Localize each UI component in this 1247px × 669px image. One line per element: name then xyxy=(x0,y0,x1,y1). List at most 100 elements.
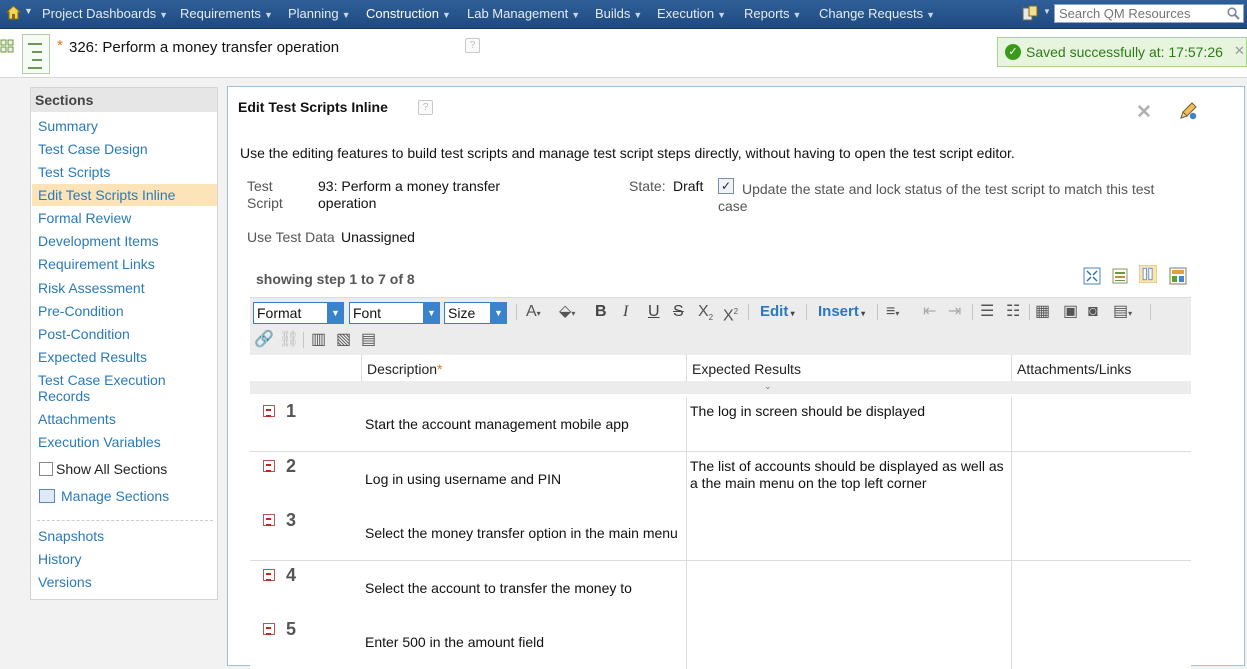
sidebar-item-expected-results[interactable]: Expected Results xyxy=(38,349,147,365)
italic-icon[interactable]: I xyxy=(623,302,628,322)
test-script-value[interactable]: 93: Perform a money transfer xyxy=(318,178,500,194)
unlink-icon[interactable]: ⛓ xyxy=(279,330,299,350)
numbered-list-icon[interactable]: ☷ xyxy=(1006,302,1020,322)
insert-step-icon[interactable]: ▥ xyxy=(311,330,326,350)
edit-pencil-icon[interactable] xyxy=(1178,101,1198,121)
step-type-icon[interactable] xyxy=(263,623,275,635)
nav-execution[interactable]: Execution ▼ xyxy=(657,6,726,21)
text-color-icon[interactable]: A▾ xyxy=(526,302,541,322)
nav-project-dashboards[interactable]: Project Dashboards ▼ xyxy=(42,6,168,21)
nav-lab-management[interactable]: Lab Management ▼ xyxy=(467,6,580,21)
close-icon[interactable]: ✕ xyxy=(1234,43,1245,59)
column-expected-results[interactable]: Expected Results xyxy=(686,355,1012,381)
delete-step-icon[interactable]: ▧ xyxy=(336,330,351,350)
outdent-icon[interactable]: ⇤ xyxy=(923,302,936,322)
home-icon[interactable] xyxy=(6,5,21,20)
help-icon[interactable]: ? xyxy=(418,100,433,115)
update-state-checkbox[interactable]: ✓ xyxy=(718,178,734,194)
column-attachments[interactable]: Attachments/Links xyxy=(1011,355,1174,381)
manage-sections-link[interactable]: Manage Sections xyxy=(39,488,169,504)
step-expected[interactable]: The log in screen should be displayed xyxy=(690,403,1012,420)
search-icon[interactable] xyxy=(1227,7,1240,20)
format-select[interactable]: Format ▼ xyxy=(253,302,344,324)
column-description[interactable]: Description* xyxy=(361,355,687,381)
table-row[interactable]: 3 Select the money transfer option in th… xyxy=(250,506,1191,561)
subscript-icon[interactable]: X2 xyxy=(698,302,713,322)
bold-icon[interactable]: B xyxy=(595,302,607,322)
grid-icon[interactable] xyxy=(0,39,14,53)
step-type-icon[interactable] xyxy=(263,569,275,581)
camera-icon[interactable]: ◙ xyxy=(1088,302,1098,322)
size-select[interactable]: Size ▼ xyxy=(444,302,507,324)
test-script-value-line2[interactable]: operation xyxy=(318,195,376,211)
project-area-icon[interactable] xyxy=(1022,5,1038,21)
step-type-icon[interactable] xyxy=(263,514,275,526)
nav-change-requests[interactable]: Change Requests ▼ xyxy=(819,6,935,21)
step-description[interactable]: Start the account management mobile app xyxy=(365,416,629,432)
superscript-icon[interactable]: X2 xyxy=(723,302,738,324)
column-view-icon[interactable] xyxy=(1139,265,1157,283)
help-icon[interactable]: ? xyxy=(465,38,480,53)
indent-icon[interactable]: ⇥ xyxy=(948,302,961,322)
chevron-down-icon: ▼ xyxy=(926,10,935,20)
show-all-sections[interactable]: Show All Sections xyxy=(39,461,167,477)
sidebar-item-test-case-design[interactable]: Test Case Design xyxy=(38,141,148,157)
highlight-color-icon[interactable]: ⬙▾ xyxy=(559,302,575,322)
sidebar-item-snapshots[interactable]: Snapshots xyxy=(38,528,104,544)
test-data-label: Use Test Data xyxy=(247,229,335,245)
sidebar-item-attachments[interactable]: Attachments xyxy=(38,411,116,427)
table-row[interactable]: 5 Enter 500 in the amount field xyxy=(250,615,1191,669)
edit-menu[interactable]: Edit ▾ xyxy=(760,302,795,322)
bullet-list-icon[interactable]: ☰ xyxy=(980,302,994,322)
font-select[interactable]: Font ▼ xyxy=(349,302,440,324)
insert-menu[interactable]: Insert ▾ xyxy=(818,302,865,322)
nav-builds[interactable]: Builds ▼ xyxy=(595,6,642,21)
table-row[interactable]: 1 Start the account management mobile ap… xyxy=(250,397,1191,452)
nav-planning[interactable]: Planning ▼ xyxy=(288,6,351,21)
step-expected[interactable]: The list of accounts should be displayed… xyxy=(690,458,1012,492)
step-description[interactable]: Select the money transfer option in the … xyxy=(365,525,678,541)
chevron-down-icon: ▼ xyxy=(327,302,344,324)
grid-view-icon[interactable] xyxy=(1169,267,1187,285)
sidebar-item-summary[interactable]: Summary xyxy=(38,118,98,134)
sidebar-item-execution-records[interactable]: Test Case Execution Records xyxy=(38,372,208,404)
sidebar-item-versions[interactable]: Versions xyxy=(38,574,92,590)
image-icon[interactable]: ▣ xyxy=(1063,302,1078,322)
sidebar-item-history[interactable]: History xyxy=(38,551,82,567)
chevron-down-icon[interactable]: ▼ xyxy=(1043,7,1051,16)
step-type-icon[interactable] xyxy=(263,405,275,417)
list-view-icon[interactable] xyxy=(1111,267,1129,285)
sidebar-item-edit-test-scripts-inline[interactable]: Edit Test Scripts Inline xyxy=(38,187,175,203)
close-icon[interactable]: ✕ xyxy=(1136,101,1152,124)
nav-reports[interactable]: Reports ▼ xyxy=(744,6,801,21)
test-data-value[interactable]: Unassigned xyxy=(341,229,415,245)
sidebar-item-post-condition[interactable]: Post-Condition xyxy=(38,326,130,342)
step-description[interactable]: Log in using username and PIN xyxy=(365,471,561,487)
search-input[interactable] xyxy=(1055,5,1219,22)
fullscreen-icon[interactable] xyxy=(1083,267,1101,285)
sidebar-item-test-scripts[interactable]: Test Scripts xyxy=(38,164,110,180)
home-menu-chevron-icon[interactable]: ▼ xyxy=(24,6,33,16)
screenshot-icon[interactable]: ▤▾ xyxy=(1113,302,1132,322)
step-description[interactable]: Enter 500 in the amount field xyxy=(365,634,544,650)
table-icon[interactable]: ▦ xyxy=(1035,302,1050,322)
sidebar-item-execution-variables[interactable]: Execution Variables xyxy=(38,434,161,450)
nav-construction[interactable]: Construction ▼ xyxy=(366,6,451,21)
chevron-down-icon[interactable]: ⌄ xyxy=(764,381,772,392)
sidebar-item-formal-review[interactable]: Formal Review xyxy=(38,210,131,226)
strikethrough-icon[interactable]: S xyxy=(673,302,684,322)
nav-requirements[interactable]: Requirements ▼ xyxy=(180,6,273,21)
table-row[interactable]: 2 Log in using username and PIN The list… xyxy=(250,452,1191,507)
table-row[interactable]: 4 Select the account to transfer the mon… xyxy=(250,561,1191,616)
step-type-icon[interactable] xyxy=(263,460,275,472)
sidebar-item-requirement-links[interactable]: Requirement Links xyxy=(38,256,155,272)
sidebar-item-development-items[interactable]: Development Items xyxy=(38,233,159,249)
step-description[interactable]: Select the account to transfer the money… xyxy=(365,580,632,596)
underline-icon[interactable]: U xyxy=(648,302,660,322)
align-icon[interactable]: ≡▾ xyxy=(886,302,899,322)
sidebar-item-pre-condition[interactable]: Pre-Condition xyxy=(38,303,124,319)
link-icon[interactable]: 🔗 xyxy=(254,330,274,350)
show-all-checkbox[interactable] xyxy=(39,462,53,476)
copy-step-icon[interactable]: ▤ xyxy=(361,330,376,350)
sidebar-item-risk-assessment[interactable]: Risk Assessment xyxy=(38,280,145,296)
